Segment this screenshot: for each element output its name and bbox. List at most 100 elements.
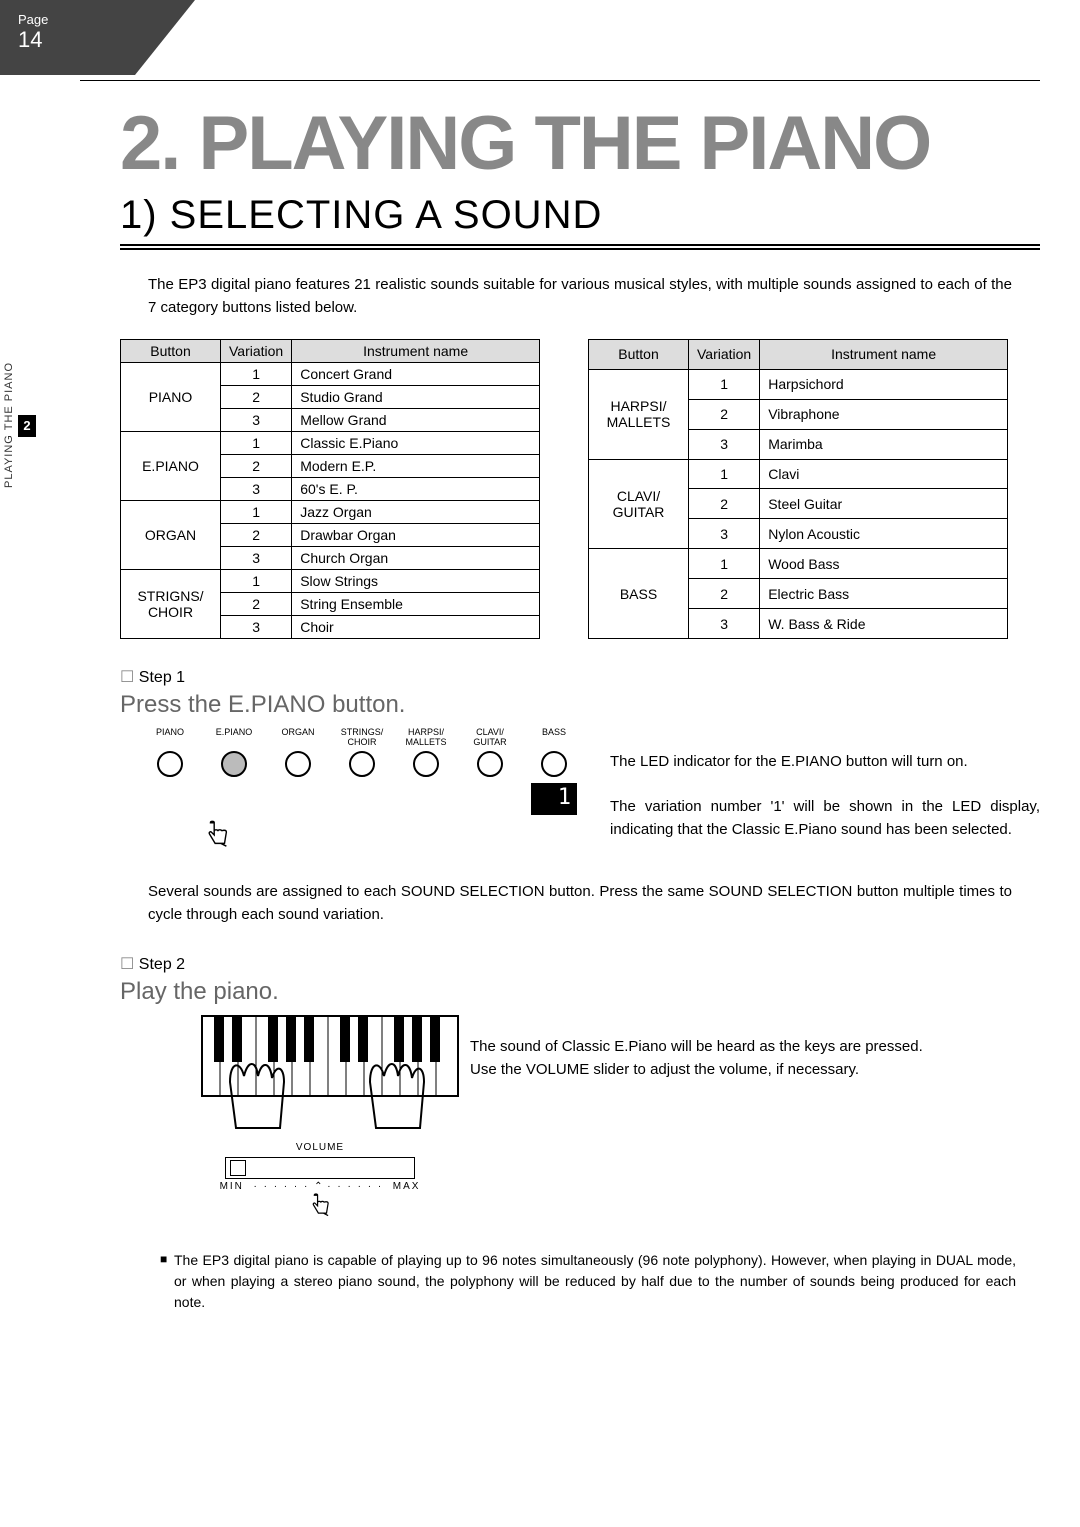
table-variation-cell: 1 bbox=[221, 432, 292, 455]
table-variation-cell: 2 bbox=[689, 579, 760, 609]
top-rule bbox=[80, 80, 1040, 81]
table-instrument-cell: Marimba bbox=[760, 429, 1008, 459]
table-variation-cell: 3 bbox=[689, 609, 760, 639]
table-instrument-cell: Drawbar Organ bbox=[292, 524, 540, 547]
chapter-title: 2. PLAYING THE PIANO bbox=[120, 100, 1040, 187]
sound-tables: ButtonVariationInstrument namePIANO1Conc… bbox=[120, 339, 1040, 639]
step2-row: VOLUME MIN · · · · · · ⌃ · · · · · · MAX… bbox=[120, 1012, 1040, 1222]
table-button-cell: CLAVI/GUITAR bbox=[589, 459, 689, 549]
table-variation-cell: 1 bbox=[221, 501, 292, 524]
table-variation-cell: 3 bbox=[221, 409, 292, 432]
button-led-icon bbox=[541, 751, 567, 777]
sound-category-button[interactable]: CLAVI/ GUITAR bbox=[464, 727, 516, 815]
sound-category-label: STRINGS/ CHOIR bbox=[341, 727, 384, 747]
sound-table-left: ButtonVariationInstrument namePIANO1Conc… bbox=[120, 339, 540, 639]
step2-label: Step 2 bbox=[120, 954, 1040, 974]
table-variation-cell: 1 bbox=[689, 549, 760, 579]
button-led-icon bbox=[349, 751, 375, 777]
sound-category-button[interactable]: PIANO bbox=[144, 727, 196, 815]
page-number: 14 bbox=[18, 27, 135, 53]
section-title: 1) SELECTING A SOUND bbox=[120, 193, 1040, 238]
sound-category-button[interactable]: HARPSI/ MALLETS bbox=[400, 727, 452, 815]
table-variation-cell: 1 bbox=[221, 363, 292, 386]
table-variation-cell: 1 bbox=[221, 570, 292, 593]
button-led-icon bbox=[413, 751, 439, 777]
table-button-cell: STRIGNS/CHOIR bbox=[121, 570, 221, 639]
volume-slider[interactable] bbox=[225, 1157, 415, 1179]
footnote: The EP3 digital piano is capable of play… bbox=[160, 1250, 1016, 1313]
sound-category-label: BASS bbox=[542, 727, 566, 747]
table-variation-cell: 3 bbox=[221, 478, 292, 501]
sound-category-label: PIANO bbox=[156, 727, 184, 747]
step2-action: Play the piano. bbox=[120, 978, 1040, 1006]
button-led-icon bbox=[285, 751, 311, 777]
step1-panel: PIANO E.PIANO ORGAN STRINGS/ CHOIR HARPSI/ M… bbox=[120, 723, 580, 853]
volume-control: VOLUME MIN · · · · · · ⌃ · · · · · · MAX bbox=[200, 1142, 440, 1222]
table-instrument-cell: Concert Grand bbox=[292, 363, 540, 386]
sound-category-button[interactable]: STRINGS/ CHOIR bbox=[336, 727, 388, 815]
table-variation-cell: 2 bbox=[221, 455, 292, 478]
table-variation-cell: 2 bbox=[689, 489, 760, 519]
table-button-cell: E.PIANO bbox=[121, 432, 221, 501]
sound-table-right: ButtonVariationInstrument nameHARPSI/MAL… bbox=[588, 339, 1008, 639]
table-button-cell: HARPSI/MALLETS bbox=[589, 369, 689, 459]
step1-action: Press the E.PIANO button. bbox=[120, 691, 1040, 719]
step2-illustration: VOLUME MIN · · · · · · ⌃ · · · · · · MAX bbox=[120, 1012, 440, 1222]
table-button-cell: BASS bbox=[589, 549, 689, 639]
table-variation-cell: 2 bbox=[221, 524, 292, 547]
table-instrument-cell: Wood Bass bbox=[760, 549, 1008, 579]
table-instrument-cell: W. Bass & Ride bbox=[760, 609, 1008, 639]
sound-category-label: CLAVI/ GUITAR bbox=[473, 727, 506, 747]
sound-category-button[interactable]: BASS1 bbox=[528, 727, 580, 815]
sound-category-button[interactable]: E.PIANO bbox=[208, 727, 260, 815]
page-corner: Page 14 bbox=[0, 0, 135, 75]
step2-text-line2: Use the VOLUME slider to adjust the volu… bbox=[470, 1059, 1040, 1082]
page-content: 2. PLAYING THE PIANO 1) SELECTING A SOUN… bbox=[120, 100, 1040, 1313]
table-instrument-cell: Harpsichord bbox=[760, 369, 1008, 399]
sound-category-label: ORGAN bbox=[281, 727, 314, 747]
table-instrument-cell: Slow Strings bbox=[292, 570, 540, 593]
step1-label: Step 1 bbox=[120, 667, 1040, 687]
page-label: Page bbox=[18, 12, 135, 27]
table-instrument-cell: String Ensemble bbox=[292, 593, 540, 616]
table-variation-cell: 2 bbox=[221, 386, 292, 409]
step1-text-line2: The variation number '1' will be shown i… bbox=[610, 796, 1040, 841]
table-variation-cell: 3 bbox=[689, 519, 760, 549]
keyboard-icon bbox=[200, 1012, 440, 1136]
sound-category-button[interactable]: ORGAN bbox=[272, 727, 324, 815]
table-variation-cell: 1 bbox=[689, 369, 760, 399]
volume-min-label: MIN bbox=[220, 1181, 244, 1192]
hand-pointer-icon bbox=[200, 1192, 440, 1222]
volume-scale: MIN · · · · · · ⌃ · · · · · · MAX bbox=[200, 1181, 440, 1192]
table-button-cell: ORGAN bbox=[121, 501, 221, 570]
table-instrument-cell: Steel Guitar bbox=[760, 489, 1008, 519]
volume-slider-thumb[interactable] bbox=[230, 1160, 246, 1176]
step1-row: PIANO E.PIANO ORGAN STRINGS/ CHOIR HARPSI/ M… bbox=[120, 723, 1040, 853]
button-led-icon bbox=[157, 751, 183, 777]
step1-description: The LED indicator for the E.PIANO button… bbox=[610, 723, 1040, 853]
step2-text-line1: The sound of Classic E.Piano will be hea… bbox=[470, 1036, 1040, 1059]
table-instrument-cell: Mellow Grand bbox=[292, 409, 540, 432]
table-instrument-cell: Clavi bbox=[760, 459, 1008, 489]
section-underline bbox=[120, 244, 1040, 250]
table-variation-cell: 2 bbox=[689, 399, 760, 429]
sound-category-label: E.PIANO bbox=[216, 727, 253, 747]
hand-pointer-icon bbox=[202, 819, 580, 853]
table-instrument-cell: Church Organ bbox=[292, 547, 540, 570]
table-instrument-cell: Nylon Acoustic bbox=[760, 519, 1008, 549]
table-variation-cell: 3 bbox=[221, 547, 292, 570]
table-instrument-cell: Choir bbox=[292, 616, 540, 639]
mid-paragraph: Several sounds are assigned to each SOUN… bbox=[148, 881, 1012, 926]
step2-description: The sound of Classic E.Piano will be hea… bbox=[470, 1012, 1040, 1222]
table-variation-cell: 3 bbox=[689, 429, 760, 459]
table-instrument-cell: Jazz Organ bbox=[292, 501, 540, 524]
volume-label: VOLUME bbox=[200, 1142, 440, 1153]
side-tab: PLAYING THE PIANO 2 bbox=[0, 320, 36, 530]
table-variation-cell: 2 bbox=[221, 593, 292, 616]
table-instrument-cell: Studio Grand bbox=[292, 386, 540, 409]
side-tab-number: 2 bbox=[18, 415, 36, 437]
step1-text-line1: The LED indicator for the E.PIANO button… bbox=[610, 751, 1040, 774]
volume-max-label: MAX bbox=[393, 1181, 421, 1192]
table-instrument-cell: Classic E.Piano bbox=[292, 432, 540, 455]
side-tab-text: PLAYING THE PIANO bbox=[0, 320, 18, 530]
